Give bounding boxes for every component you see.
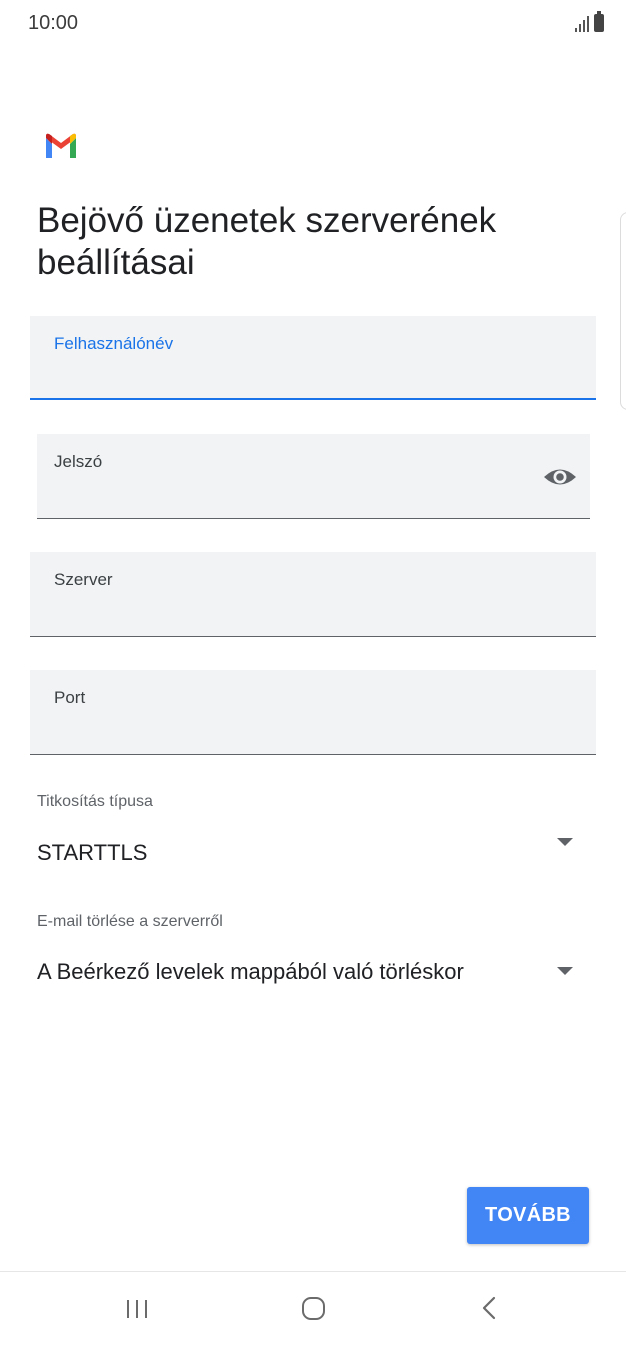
username-input[interactable] [54, 365, 451, 388]
delete-from-server-label: E-mail törlése a szerverről [37, 913, 223, 930]
port-field[interactable]: Port [30, 670, 596, 755]
encryption-label: Titkosítás típusa [37, 793, 153, 810]
page-title: Bejövő üzenetek szerverének beállításai [37, 201, 497, 282]
server-field[interactable]: Szerver [30, 552, 596, 637]
port-label: Port [54, 688, 86, 707]
dropdown-arrow-icon[interactable] [557, 967, 573, 975]
server-input[interactable] [54, 603, 451, 626]
back-icon[interactable] [458, 1286, 518, 1330]
delete-from-server-value: A Beérkező levelek mappából való törlésk… [37, 959, 464, 984]
scroll-indicator [620, 212, 626, 410]
eye-icon[interactable] [542, 462, 578, 492]
dropdown-arrow-icon[interactable] [557, 838, 573, 846]
password-label: Jelszó [54, 452, 103, 471]
username-label: Felhasználónév [54, 334, 174, 353]
server-label: Szerver [54, 570, 113, 589]
battery-icon [594, 11, 604, 32]
status-bar: 10:00 [0, 0, 626, 50]
encryption-value: STARTTLS [37, 840, 148, 865]
home-icon[interactable] [283, 1286, 343, 1330]
status-time: 10:00 [28, 12, 79, 34]
username-field[interactable]: Felhasználónév [30, 316, 596, 400]
navigation-bar [0, 1271, 626, 1345]
password-input[interactable] [54, 485, 442, 508]
port-input[interactable] [54, 721, 451, 744]
status-icons [575, 11, 604, 32]
signal-icon [575, 14, 589, 32]
recent-apps-icon[interactable] [108, 1286, 168, 1330]
password-field[interactable]: Jelszó [37, 434, 590, 519]
next-button[interactable]: TOVÁBB [467, 1187, 589, 1244]
gmail-logo-icon [46, 133, 76, 158]
